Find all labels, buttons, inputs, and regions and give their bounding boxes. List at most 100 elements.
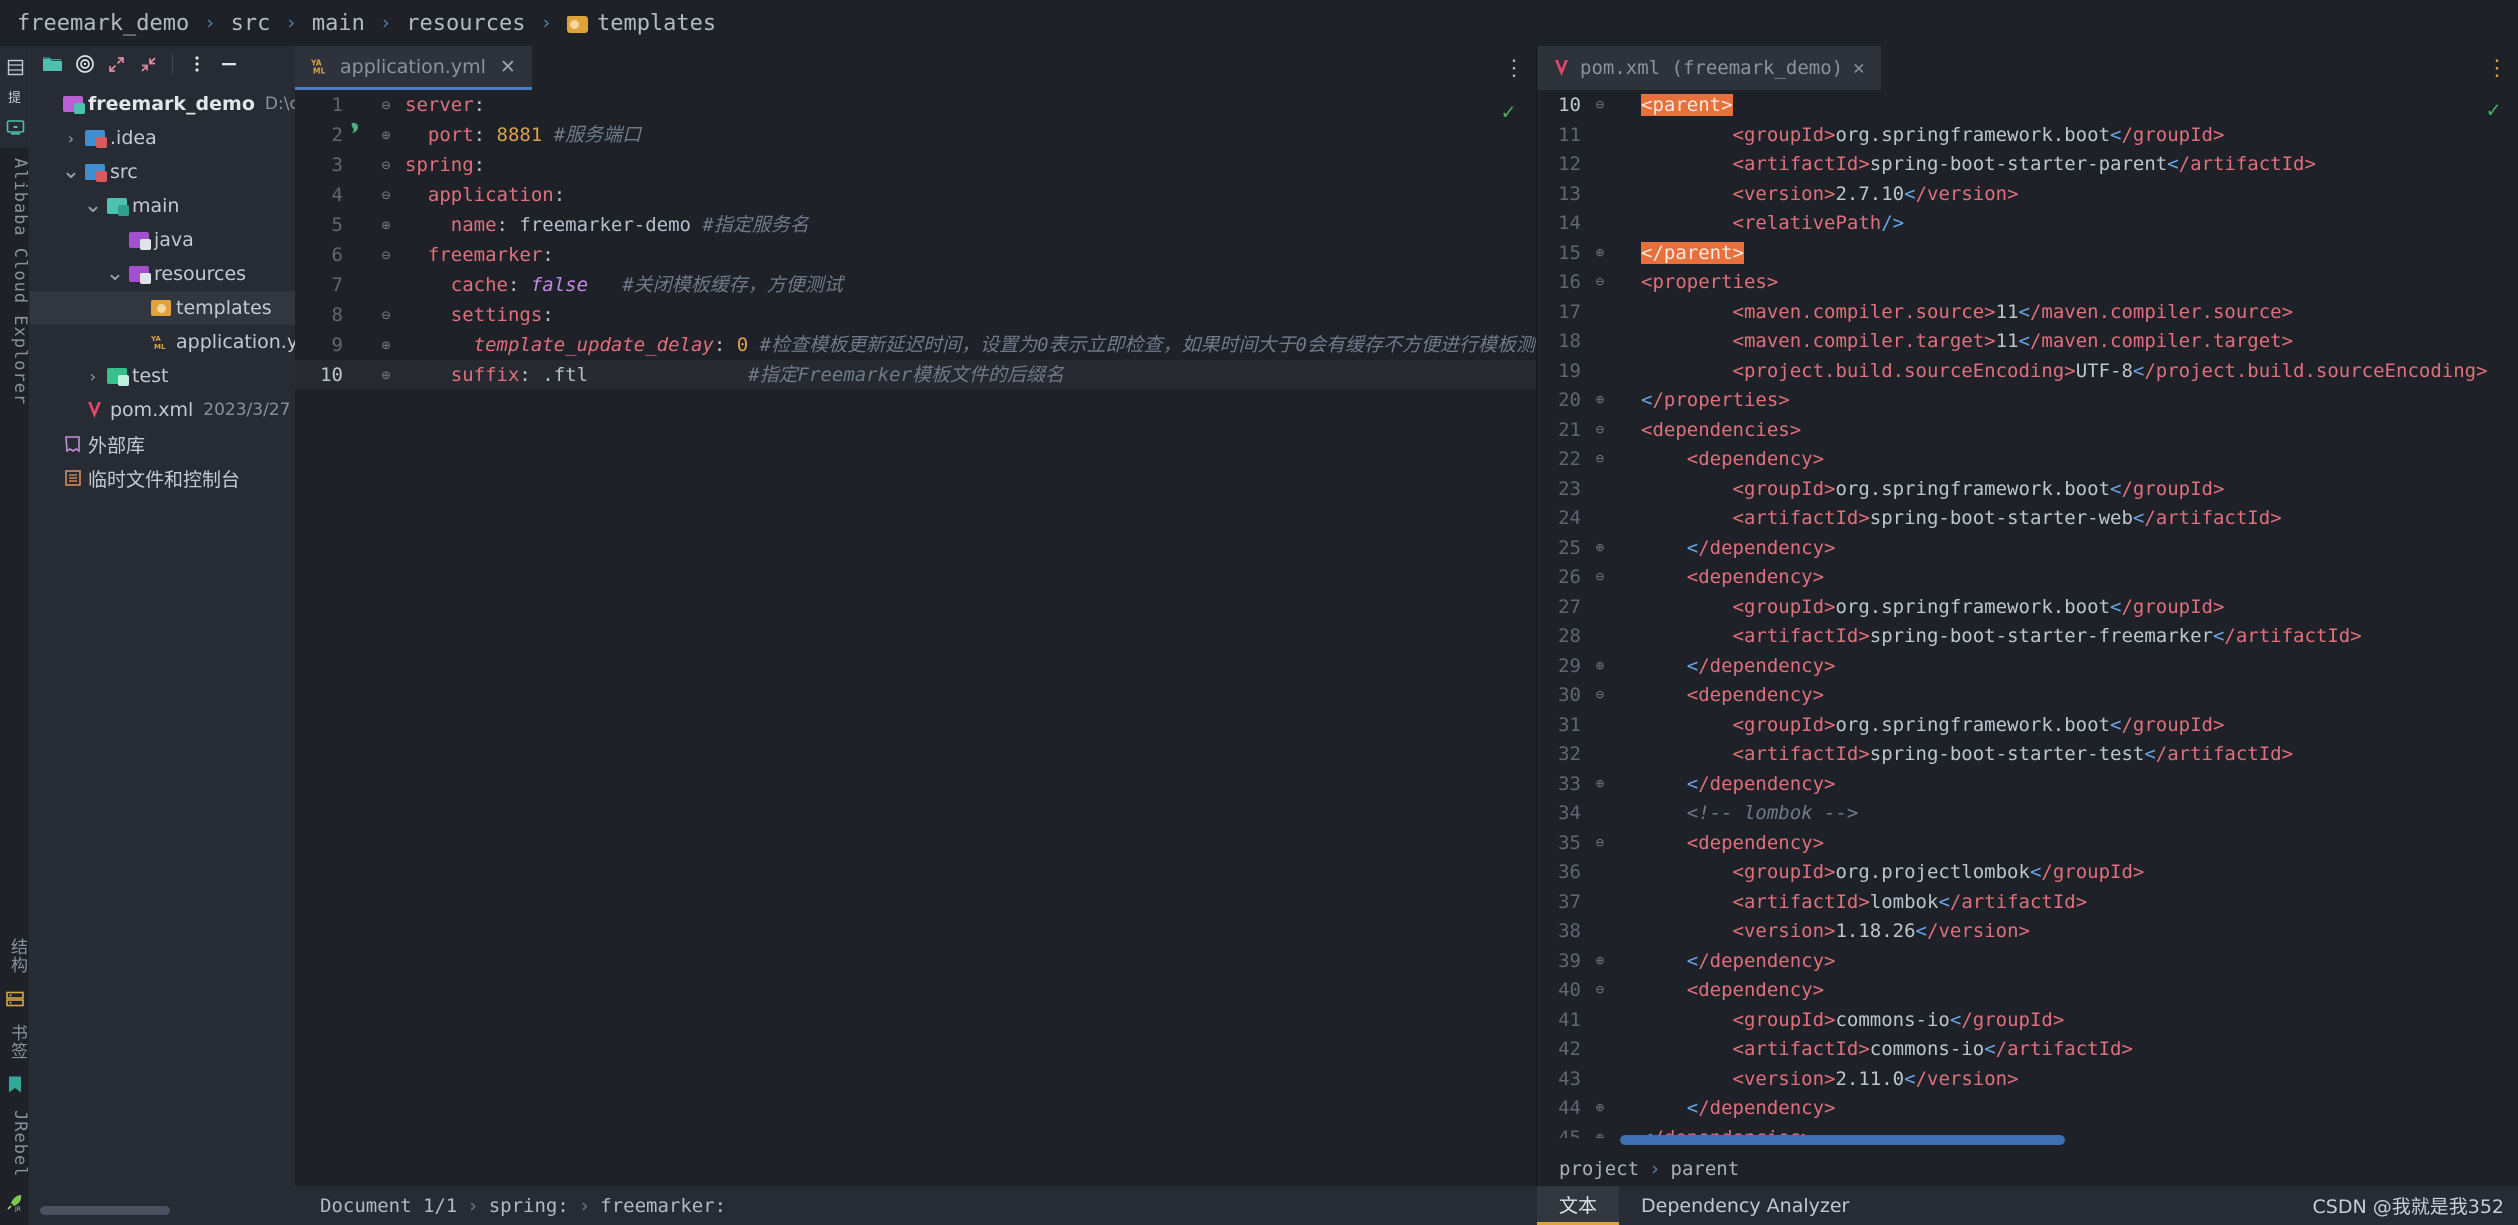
fold-toggle-icon[interactable]: ⊖: [1587, 975, 1613, 1005]
tree-item-application.yml[interactable]: YA ML application.yml: [30, 325, 322, 359]
tree-item--[interactable]: 临时文件和控制台: [30, 461, 295, 495]
code-line[interactable]: 41 <groupId>commons-io</groupId>: [1537, 1005, 2518, 1035]
code-line[interactable]: 20 ⊕ </properties>: [1537, 385, 2518, 415]
tab-application-yml[interactable]: YA ML application.yml ✕: [295, 46, 532, 90]
tab-dependency-analyzer[interactable]: Dependency Analyzer: [1619, 1186, 1871, 1225]
code-line[interactable]: 27 <groupId>org.springframework.boot</gr…: [1537, 592, 2518, 622]
fold-toggle-icon[interactable]: ⊖: [375, 300, 397, 330]
code-line[interactable]: 32 <artifactId>spring-boot-starter-test<…: [1537, 739, 2518, 769]
collapse-all-icon[interactable]: [134, 50, 163, 79]
fold-toggle-icon[interactable]: ⊖: [1587, 267, 1613, 297]
structure-icon[interactable]: [0, 984, 30, 1014]
commit-icon[interactable]: 提: [0, 82, 30, 112]
expand-all-icon[interactable]: [102, 50, 131, 79]
code-line[interactable]: 9 ⊕ template_update_delay: 0 #检查模板更新延迟时间，…: [295, 330, 1537, 360]
fold-toggle-icon[interactable]: ⊕: [1587, 1123, 1613, 1139]
tree-item-src[interactable]: ⌄ src: [30, 155, 295, 189]
fold-toggle-icon[interactable]: ⊖: [375, 150, 397, 180]
terminal-icon[interactable]: [0, 112, 30, 142]
yaml-code-area[interactable]: 1 ⊖ server: 2 ⊕ port: 8881 #服务端口 3 ⊖ spring: 4 ⊖ …: [295, 90, 1537, 1225]
breadcrumb-item-resources[interactable]: resources: [403, 11, 528, 36]
fold-toggle-icon[interactable]: ⊕: [375, 330, 397, 360]
code-line[interactable]: 28 <artifactId>spring-boot-starter-freem…: [1537, 621, 2518, 651]
bean-icon[interactable]: [347, 120, 375, 136]
chevron-icon[interactable]: ⌄: [104, 263, 126, 285]
editor-options-icon[interactable]: ⋮: [1503, 46, 1525, 90]
xml-breadcrumb-item[interactable]: project: [1559, 1158, 1639, 1180]
fold-toggle-icon[interactable]: ⊕: [375, 360, 397, 390]
code-line[interactable]: 21 ⊖ <dependencies>: [1537, 415, 2518, 445]
code-line[interactable]: 4 ⊖ application:: [295, 180, 1537, 210]
code-line[interactable]: 15 ⊕ </parent>: [1537, 238, 2518, 268]
tab-pom-xml[interactable]: pom.xml (freemark_demo) ✕: [1537, 46, 1881, 90]
yaml-status-item[interactable]: spring:: [489, 1195, 569, 1217]
fold-toggle-icon[interactable]: ⊖: [1587, 415, 1613, 445]
rail-label-structure[interactable]: 结构: [0, 928, 30, 984]
yaml-status-item[interactable]: Document 1/1: [320, 1195, 457, 1217]
tree-item--[interactable]: 外部库: [30, 427, 295, 461]
fold-toggle-icon[interactable]: ⊕: [1587, 1093, 1613, 1123]
inspection-status-icon[interactable]: ✓: [1502, 100, 1515, 125]
code-line[interactable]: 16 ⊖ <properties>: [1537, 267, 2518, 297]
code-line[interactable]: 26 ⊖ <dependency>: [1537, 562, 2518, 592]
fold-toggle-icon[interactable]: ⊕: [1587, 238, 1613, 268]
fold-toggle-icon[interactable]: ⊕: [1587, 385, 1613, 415]
chevron-icon[interactable]: ⌄: [82, 195, 104, 217]
code-line[interactable]: 5 ⊕ name: freemarker-demo #指定服务名: [295, 210, 1537, 240]
code-line[interactable]: 23 <groupId>org.springframework.boot</gr…: [1537, 474, 2518, 504]
fold-toggle-icon[interactable]: ⊕: [1587, 946, 1613, 976]
tree-item-templates[interactable]: templates: [30, 291, 295, 325]
code-line[interactable]: 34 <!-- lombok -->: [1537, 798, 2518, 828]
more-options-icon[interactable]: [182, 50, 211, 79]
hide-icon[interactable]: [214, 50, 243, 79]
fold-toggle-icon[interactable]: ⊕: [1587, 533, 1613, 563]
tree-item-pom.xml[interactable]: pom.xml 2023/3/27 20:21, ·: [30, 393, 361, 427]
tree-item-java[interactable]: java: [30, 223, 295, 257]
tree-item-freemark-demo[interactable]: freemark_demoD:\code\h: [30, 87, 347, 121]
close-icon[interactable]: ✕: [1853, 57, 1864, 79]
fold-toggle-icon[interactable]: ⊖: [1587, 680, 1613, 710]
fold-toggle-icon[interactable]: ⊖: [1587, 828, 1613, 858]
tree-item-main[interactable]: ⌄ main: [30, 189, 295, 223]
code-line[interactable]: 1 ⊖ server:: [295, 90, 1537, 120]
fold-toggle-icon[interactable]: ⊖: [1587, 562, 1613, 592]
code-line[interactable]: 38 <version>1.18.26</version>: [1537, 916, 2518, 946]
code-line[interactable]: 44 ⊕ </dependency>: [1537, 1093, 2518, 1123]
code-line[interactable]: 33 ⊕ </dependency>: [1537, 769, 2518, 799]
tree-item-resources[interactable]: ⌄ resources: [30, 257, 295, 291]
fold-toggle-icon[interactable]: ⊕: [1587, 769, 1613, 799]
code-line[interactable]: 17 <maven.compiler.source>11</maven.comp…: [1537, 297, 2518, 327]
breadcrumb-item-freemark-demo[interactable]: freemark_demo: [14, 11, 192, 36]
chevron-icon[interactable]: ›: [60, 129, 82, 148]
code-line[interactable]: 22 ⊖ <dependency>: [1537, 444, 2518, 474]
bookmarks-icon[interactable]: [0, 1070, 30, 1100]
code-line[interactable]: 11 <groupId>org.springframework.boot</gr…: [1537, 120, 2518, 150]
code-line[interactable]: 43 <version>2.11.0</version>: [1537, 1064, 2518, 1094]
fold-toggle-icon[interactable]: ⊕: [375, 210, 397, 240]
code-line[interactable]: 10 ⊕ suffix: .ftl #指定Freemarker模板文件的后缀名: [295, 360, 1537, 390]
code-line[interactable]: 36 <groupId>org.projectlombok</groupId>: [1537, 857, 2518, 887]
code-line[interactable]: 2 ⊕ port: 8881 #服务端口: [295, 120, 1537, 150]
inspection-status-icon[interactable]: ✓: [2487, 98, 2500, 123]
fold-toggle-icon[interactable]: ⊖: [1587, 90, 1613, 120]
code-line[interactable]: 30 ⊖ <dependency>: [1537, 680, 2518, 710]
fold-toggle-icon[interactable]: ⊕: [375, 120, 397, 150]
rail-label-bookmarks[interactable]: 书签: [0, 1014, 30, 1070]
jrebel-icon[interactable]: JR: [0, 1187, 30, 1217]
code-line[interactable]: 39 ⊕ </dependency>: [1537, 946, 2518, 976]
breadcrumb-item-main[interactable]: main: [309, 11, 368, 36]
close-icon[interactable]: ✕: [496, 56, 516, 78]
fold-toggle-icon[interactable]: ⊖: [375, 180, 397, 210]
fold-toggle-icon[interactable]: ⊖: [1587, 444, 1613, 474]
tree-item-test[interactable]: › test: [30, 359, 295, 393]
project-structure-icon[interactable]: [0, 52, 30, 82]
chevron-icon[interactable]: ⌄: [60, 161, 82, 183]
code-line[interactable]: 12 <artifactId>spring-boot-starter-paren…: [1537, 149, 2518, 179]
breadcrumb-item-src[interactable]: src: [228, 11, 274, 36]
code-line[interactable]: 10 ⊖ <parent>: [1537, 90, 2518, 120]
project-tree[interactable]: freemark_demoD:\code\h › .idea ⌄ src ⌄ main jav…: [30, 82, 361, 495]
tree-item-.idea[interactable]: › .idea: [30, 121, 295, 155]
code-line[interactable]: 3 ⊖ spring:: [295, 150, 1537, 180]
code-line[interactable]: 37 <artifactId>lombok</artifactId>: [1537, 887, 2518, 917]
xml-code-area[interactable]: 10 ⊖ <parent> 11 <groupId>org.springframewo…: [1537, 90, 2518, 1138]
